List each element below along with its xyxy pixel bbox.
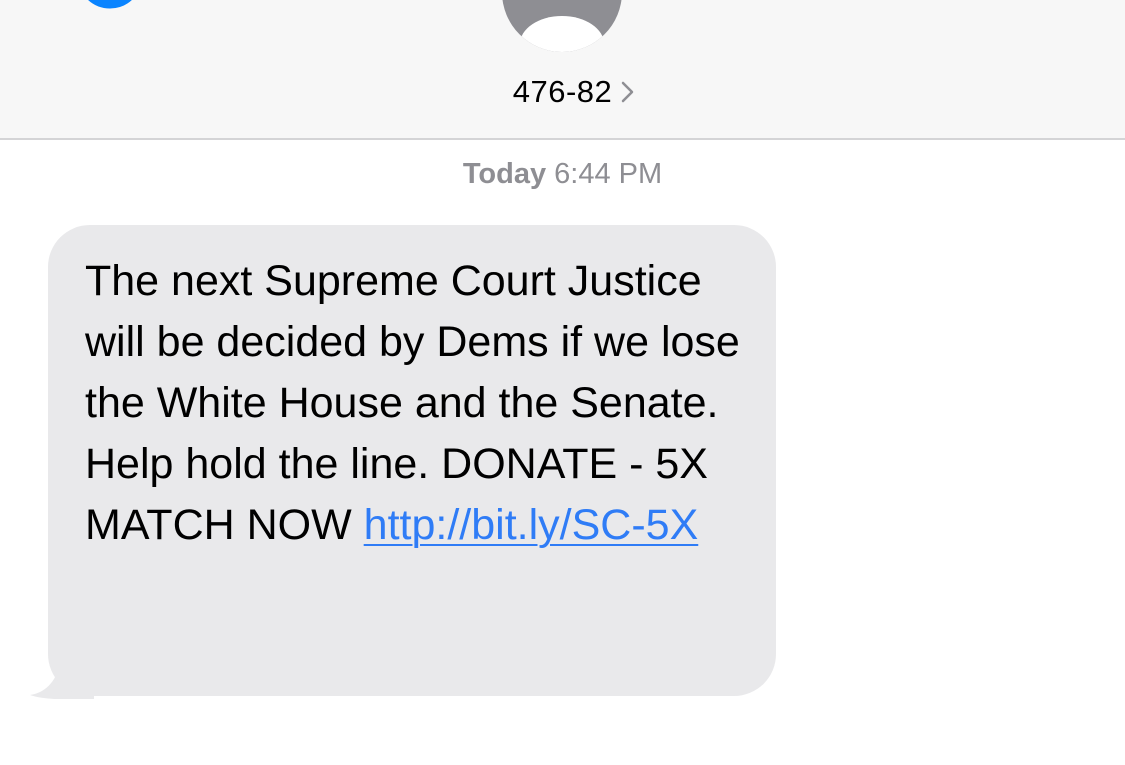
back-chevron-icon xyxy=(88,0,132,9)
contact-name: 476-82 xyxy=(512,74,613,109)
message-text: The next Supreme Court Justice will be d… xyxy=(85,251,752,556)
message-timestamp: Today 6:44 PM xyxy=(0,158,1125,191)
message-link[interactable]: http://bit.ly/SC-5X xyxy=(364,501,699,549)
timestamp-time: 6:44 PM xyxy=(554,158,663,190)
contact-avatar[interactable] xyxy=(502,0,622,52)
contact-info-button[interactable]: 476-82 xyxy=(0,70,1125,114)
message-bubble[interactable]: The next Supreme Court Justice will be d… xyxy=(48,225,776,696)
contact-avatar-icon xyxy=(520,16,604,52)
incoming-message[interactable]: The next Supreme Court Justice will be d… xyxy=(30,225,780,700)
timestamp-day: Today xyxy=(462,158,547,190)
back-button[interactable] xyxy=(40,0,150,16)
chevron-right-icon xyxy=(622,81,634,103)
conversation-header: 476-82 xyxy=(0,0,1125,140)
